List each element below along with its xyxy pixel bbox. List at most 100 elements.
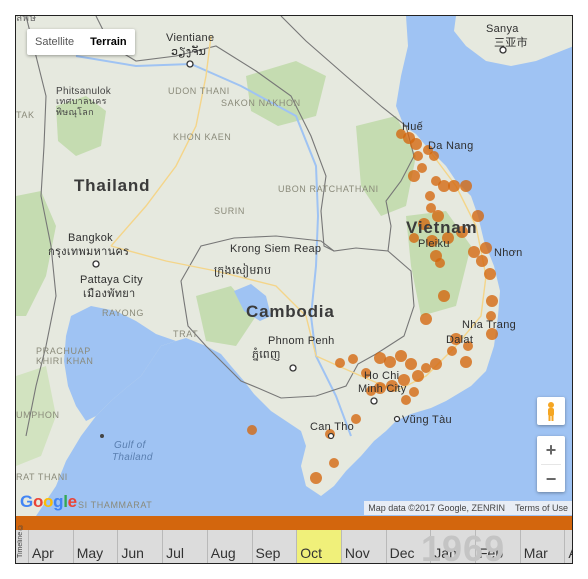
event-marker[interactable]	[435, 258, 445, 268]
place-label-gulf: Thailand	[112, 452, 153, 463]
place-label-phnom-penh: Phnom Penh	[268, 335, 335, 347]
place-label-can-tho: Can Tho	[310, 421, 355, 433]
zoom-out-button[interactable]: −	[537, 465, 565, 493]
event-marker[interactable]	[410, 138, 422, 150]
place-label-umphon: UMPHON	[16, 410, 60, 420]
event-marker[interactable]	[429, 151, 439, 161]
timeline[interactable]: Timeline © Apr May Jun Jul Aug Sep Oct Nov Dec Ja…	[16, 516, 572, 564]
place-label-phitsanulok-local: เทศบาลนคร พิษณุโลก	[56, 96, 107, 117]
timeline-month[interactable]: Aug	[206, 530, 252, 563]
place-label-ubon: UBON RATCHATHANI	[278, 184, 379, 194]
city-dot-vientiane	[186, 60, 194, 68]
event-marker[interactable]	[460, 356, 472, 368]
place-label-prachuap: PRACHUAP	[36, 346, 91, 356]
place-label-tak: TAK	[16, 110, 35, 120]
map-data-credit: Map data ©2017 Google, ZENRIN	[368, 503, 505, 513]
timeline-month[interactable]: Mar	[519, 530, 565, 563]
event-marker[interactable]	[329, 458, 339, 468]
timeline-month[interactable]: May	[72, 530, 118, 563]
place-label-bangkok: Bangkok	[68, 232, 113, 244]
event-marker[interactable]	[468, 246, 480, 258]
event-marker[interactable]	[348, 354, 358, 364]
place-label-bangkok-local: กรุงเทพมหานคร	[48, 246, 130, 258]
place-label-gulf: Gulf of	[114, 440, 146, 451]
event-marker[interactable]	[486, 295, 498, 307]
place-label-siem-reap-local: ក្រុងសៀមរាប	[214, 265, 272, 277]
event-marker[interactable]	[395, 350, 407, 362]
place-label-cambodia: Cambodia	[246, 302, 335, 321]
place-label-da-nang: Da Nang	[428, 140, 474, 152]
place-label-udon-thani: UDON THANI	[168, 86, 230, 96]
place-label-phnom-penh-local: ភ្នំពេញ	[252, 349, 281, 361]
event-marker[interactable]	[247, 425, 257, 435]
event-marker[interactable]	[438, 290, 450, 302]
event-marker[interactable]	[405, 358, 417, 370]
street-view-button[interactable]	[537, 397, 565, 425]
satellite-button[interactable]: Satellite	[27, 29, 82, 55]
event-marker[interactable]	[335, 358, 345, 368]
event-marker[interactable]	[448, 180, 460, 192]
timeline-year: 1969	[421, 528, 506, 564]
event-marker[interactable]	[413, 151, 423, 161]
timeline-month[interactable]: Sep	[251, 530, 297, 563]
map-attribution: Map data ©2017 Google, ZENRIN Terms of U…	[364, 501, 572, 515]
google-logo[interactable]: Google	[20, 492, 77, 512]
event-marker[interactable]	[420, 313, 432, 325]
event-marker[interactable]	[430, 358, 442, 370]
event-marker[interactable]	[421, 363, 431, 373]
place-label-khiri-khan: KHIRI KHAN	[36, 356, 94, 366]
city-dot-can-tho	[327, 432, 335, 440]
place-label-quy-nhon: Nhơn	[494, 247, 523, 259]
timeline-month[interactable]: Nov	[340, 530, 386, 563]
city-dot-gulf	[100, 434, 104, 438]
event-marker[interactable]	[417, 163, 427, 173]
event-marker[interactable]	[384, 356, 396, 368]
zoom-control[interactable]: + −	[537, 436, 565, 492]
place-label-pattaya: Pattaya City	[80, 274, 143, 286]
place-label-sakon-nakhon: SAKON NAKHON	[221, 98, 301, 108]
place-label-nha-trang: Nha Trang	[462, 319, 517, 331]
place-label-pleiku: Pleiku	[418, 238, 450, 250]
event-marker[interactable]	[409, 387, 419, 397]
logo-letter: o	[43, 492, 54, 511]
city-dot-vung-tau	[393, 415, 401, 423]
place-label-thailand: Thailand	[74, 176, 151, 195]
event-marker[interactable]	[408, 170, 420, 182]
logo-letter: G	[20, 492, 33, 511]
place-label-vung-tau: Vũng Tàu	[402, 414, 452, 426]
terrain-button[interactable]: Terrain	[82, 29, 134, 55]
place-label-sanya-local: 三亚市	[494, 37, 528, 49]
city-dot-bangkok	[92, 260, 100, 268]
place-label: ลพิษ	[16, 15, 37, 24]
timeline-month[interactable]: Jul	[162, 530, 207, 563]
map-frame[interactable]: ลพิษ TAK Vientiane ວຽງຈັນ UDON THANI SAK…	[15, 15, 573, 564]
place-label-khon-kaen: KHON KAEN	[173, 132, 232, 142]
pegman-icon	[548, 402, 554, 421]
event-marker[interactable]	[401, 395, 411, 405]
event-marker[interactable]	[476, 255, 488, 267]
event-marker[interactable]	[412, 370, 424, 382]
place-label-vietnam: Vietnam	[406, 218, 478, 237]
event-marker[interactable]	[484, 268, 496, 280]
event-marker[interactable]	[447, 346, 457, 356]
timeline-month[interactable]: Jun	[117, 530, 162, 563]
zoom-in-button[interactable]: +	[537, 436, 565, 464]
event-marker[interactable]	[480, 242, 492, 254]
place-label-surat-thani: RAT THANI	[16, 472, 68, 482]
place-label-siem-reap: Krong Siem Reap	[230, 243, 322, 255]
place-label-dalat: Dalat	[446, 334, 474, 346]
event-marker[interactable]	[425, 191, 435, 201]
timeline-month[interactable]: Apr	[28, 530, 73, 563]
event-marker[interactable]	[310, 472, 322, 484]
logo-letter: e	[67, 492, 77, 511]
timeline-month[interactable]: Apr	[564, 530, 572, 563]
place-label-rayong: RAYONG	[102, 308, 144, 318]
terms-link[interactable]: Terms of Use	[515, 501, 568, 515]
place-label-surin: SURIN	[214, 206, 246, 216]
timeline-month[interactable]: Oct	[296, 530, 341, 563]
city-dot-phnom-penh	[289, 364, 297, 372]
place-label-thammarat: SI THAMMARAT	[78, 500, 153, 510]
city-dot-hcmc	[370, 397, 378, 405]
map-type-control[interactable]: Satellite Terrain	[27, 29, 135, 55]
event-marker[interactable]	[460, 180, 472, 192]
